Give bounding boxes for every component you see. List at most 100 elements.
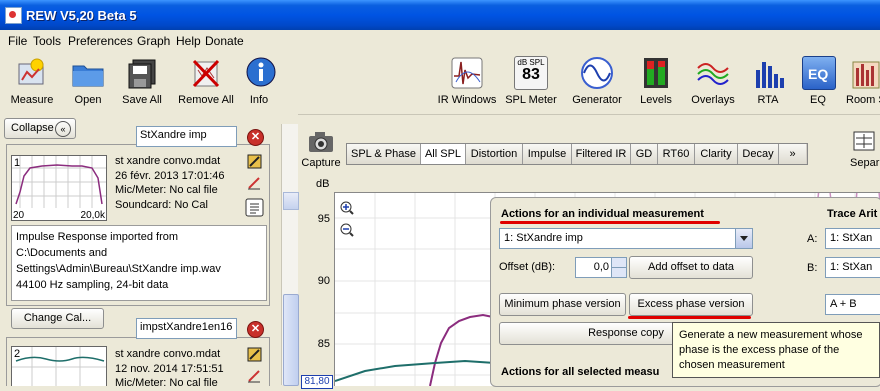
ir-windows-button[interactable]: IR Windows bbox=[436, 56, 498, 106]
menu-bar: File Tools Preferences Graph Help Donate bbox=[0, 30, 880, 50]
offset-spinner[interactable]: 0,0 bbox=[575, 257, 627, 278]
eq-icon: EQ bbox=[802, 56, 836, 90]
offset-label: Offset (dB): bbox=[499, 261, 556, 273]
room-sim-button[interactable]: Room Si bbox=[846, 56, 880, 106]
measurement-file: st xandre convo.mdat bbox=[115, 155, 221, 167]
title-highlight-underline bbox=[500, 221, 720, 224]
separate-button[interactable]: Separ bbox=[850, 130, 879, 169]
change-cal-button[interactable]: Change Cal... bbox=[11, 308, 104, 329]
measurement-name-field[interactable]: StXandre imp bbox=[136, 126, 237, 147]
tab-decay[interactable]: Decay bbox=[738, 144, 779, 164]
minimum-phase-button[interactable]: Minimum phase version bbox=[499, 293, 626, 316]
tab-gd[interactable]: GD bbox=[631, 144, 658, 164]
info-icon bbox=[244, 56, 278, 90]
measure-button[interactable]: Measure bbox=[8, 56, 56, 106]
add-offset-button[interactable]: Add offset to data bbox=[629, 256, 753, 279]
notes-line: Settings\Admin\Bureau\StXandre imp.wav bbox=[16, 263, 221, 275]
tooltip-line: phase is the excess phase of the bbox=[679, 344, 840, 356]
measurement-name-field[interactable]: impstXandre1en16 bbox=[136, 318, 237, 339]
measurement-select[interactable]: 1: StXandre imp bbox=[499, 228, 753, 249]
eq-button[interactable]: EQ EQ bbox=[802, 56, 836, 106]
spl-meter-button[interactable]: dB SPL 83 SPL Meter bbox=[504, 56, 558, 106]
save-all-icon bbox=[125, 56, 159, 90]
save-all-button[interactable]: Save All bbox=[118, 56, 166, 106]
lock-icon[interactable] bbox=[247, 154, 262, 169]
menu-file[interactable]: File bbox=[8, 34, 27, 48]
zoom-out-icon[interactable] bbox=[340, 223, 354, 237]
tab-filtered-ir[interactable]: Filtered IR bbox=[572, 144, 631, 164]
rta-icon bbox=[752, 56, 786, 90]
tab-impulse[interactable]: Impulse bbox=[523, 144, 572, 164]
trace-b-label: B: bbox=[807, 262, 818, 274]
notes-line: 44100 Hz sampling, 24-bit data bbox=[16, 279, 169, 291]
scroll-thumb[interactable] bbox=[283, 294, 299, 386]
pencil-icon[interactable] bbox=[247, 175, 262, 190]
tab-spl-phase[interactable]: SPL & Phase bbox=[347, 144, 421, 164]
rta-button[interactable]: RTA bbox=[752, 56, 784, 106]
trace-a-select[interactable]: 1: StXan bbox=[825, 228, 880, 249]
collapse-label: Collapse bbox=[11, 122, 54, 134]
menu-tools[interactable]: Tools bbox=[33, 34, 61, 48]
remove-all-button[interactable]: Remove All bbox=[176, 56, 236, 106]
scroll-up-arrow[interactable] bbox=[283, 192, 299, 210]
open-label: Open bbox=[74, 94, 102, 106]
measurement-file: st xandre convo.mdat bbox=[115, 348, 221, 360]
excess-phase-tooltip: Generate a new measurement whose phase i… bbox=[672, 322, 880, 378]
info-label: Info bbox=[249, 94, 269, 106]
ir-windows-icon bbox=[450, 56, 484, 90]
levels-label: Levels bbox=[640, 94, 672, 106]
remove-measurement-icon[interactable]: ✕ bbox=[247, 321, 264, 338]
svg-text:EQ: EQ bbox=[808, 66, 828, 82]
excess-phase-button[interactable]: Excess phase version bbox=[629, 293, 753, 316]
generator-icon bbox=[580, 56, 614, 90]
open-button[interactable]: Open bbox=[66, 56, 110, 106]
spin-up-icon[interactable] bbox=[611, 258, 626, 268]
all-selected-actions-title: Actions for all selected measu bbox=[501, 366, 660, 378]
menu-preferences[interactable]: Preferences bbox=[68, 34, 133, 48]
spin-down-icon[interactable] bbox=[611, 268, 626, 277]
trace-operation-select[interactable]: A + B bbox=[825, 294, 880, 315]
measurements-scrollbar[interactable] bbox=[281, 124, 299, 386]
room-sim-icon bbox=[849, 56, 880, 90]
tab-clarity[interactable]: Clarity bbox=[695, 144, 738, 164]
tab-distortion[interactable]: Distortion bbox=[466, 144, 523, 164]
y-tick: 95 bbox=[317, 213, 330, 225]
overlays-icon bbox=[696, 56, 730, 90]
measurement-thumbnail[interactable]: 2 bbox=[11, 346, 107, 386]
generator-button[interactable]: Generator bbox=[570, 56, 624, 106]
levels-button[interactable]: Levels bbox=[636, 56, 676, 106]
separate-label: Separ bbox=[850, 157, 880, 169]
measurement-info: st xandre convo.mdat 26 févr. 2013 17:01… bbox=[115, 154, 224, 212]
trace-b-select[interactable]: 1: StXan bbox=[825, 257, 880, 278]
chevron-down-icon[interactable] bbox=[735, 229, 752, 248]
pencil-icon[interactable] bbox=[247, 368, 262, 383]
tabs-more-button[interactable]: » bbox=[779, 144, 806, 164]
remove-measurement-icon[interactable]: ✕ bbox=[247, 129, 264, 146]
measurement-date: 26 févr. 2013 17:01:46 bbox=[115, 169, 225, 182]
individual-actions-title: Actions for an individual measurement bbox=[501, 208, 704, 220]
spl-meter-icon: dB SPL 83 bbox=[514, 56, 548, 90]
overlays-button[interactable]: Overlays bbox=[688, 56, 738, 106]
menu-donate[interactable]: Donate bbox=[205, 34, 244, 48]
capture-button[interactable]: Capture bbox=[300, 130, 342, 169]
generator-label: Generator bbox=[572, 94, 622, 106]
folder-icon bbox=[71, 56, 105, 90]
measurement-thumbnail[interactable]: 1 20 20,0k bbox=[11, 155, 107, 221]
collapse-button[interactable]: Collapse « bbox=[4, 118, 76, 139]
zoom-in-icon[interactable] bbox=[340, 201, 354, 215]
tooltip-line: Generate a new measurement whose bbox=[679, 329, 863, 341]
menu-graph[interactable]: Graph bbox=[137, 34, 170, 48]
info-button[interactable]: Info bbox=[244, 56, 276, 106]
measurement-select-value: 1: StXandre imp bbox=[504, 232, 583, 244]
graph-tabs: SPL & Phase All SPL Distortion Impulse F… bbox=[346, 143, 808, 165]
notes-icon[interactable] bbox=[245, 198, 264, 217]
notes-line: C:\Documents and bbox=[16, 247, 108, 259]
spl-meter-value: 83 bbox=[522, 66, 540, 83]
menu-help[interactable]: Help bbox=[176, 34, 201, 48]
lock-icon[interactable] bbox=[247, 347, 262, 362]
tab-all-spl[interactable]: All SPL bbox=[421, 144, 466, 164]
measure-label: Measure bbox=[10, 94, 54, 106]
measurement-notes[interactable]: Impulse Response imported from C:\Docume… bbox=[11, 225, 267, 301]
tab-rt60[interactable]: RT60 bbox=[658, 144, 695, 164]
levels-icon bbox=[639, 56, 673, 90]
